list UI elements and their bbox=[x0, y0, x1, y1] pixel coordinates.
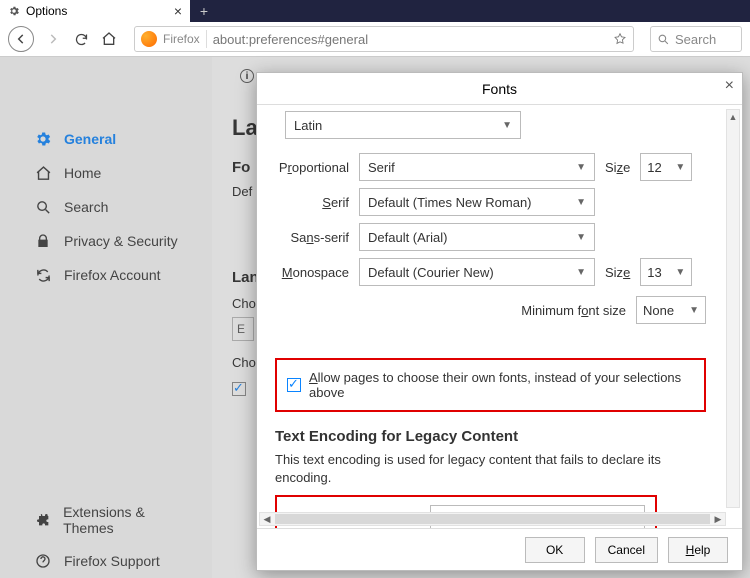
min-font-select[interactable]: None ▼ bbox=[636, 296, 706, 324]
forward-button[interactable] bbox=[44, 30, 62, 48]
sans-serif-label: Sans-serif bbox=[275, 230, 349, 245]
proportional-label: Proportional bbox=[275, 160, 349, 175]
select-value: 12 bbox=[647, 160, 661, 175]
identity-label: Firefox bbox=[163, 32, 200, 46]
proportional-size-select[interactable]: 12 ▼ bbox=[640, 153, 692, 181]
encoding-description: This text encoding is used for legacy co… bbox=[275, 451, 675, 487]
scrollbar-track[interactable] bbox=[275, 514, 710, 524]
chevron-down-icon: ▼ bbox=[675, 267, 685, 278]
home-button[interactable] bbox=[100, 30, 118, 48]
select-value: None bbox=[643, 303, 674, 318]
dialog-title: Fonts bbox=[482, 81, 517, 97]
browser-tab-options[interactable]: Options × bbox=[0, 0, 190, 22]
select-value: Latin bbox=[294, 118, 322, 133]
back-button[interactable] bbox=[8, 26, 34, 52]
serif-label: Serif bbox=[275, 195, 349, 210]
divider bbox=[206, 30, 207, 48]
highlight-allow-fonts: Allow pages to choose their own fonts, i… bbox=[275, 358, 706, 412]
select-value: 13 bbox=[647, 265, 661, 280]
ok-button[interactable]: OK bbox=[525, 537, 585, 563]
min-font-label: Minimum font size bbox=[521, 303, 626, 318]
chevron-down-icon: ▼ bbox=[675, 162, 685, 173]
tab-title: Options bbox=[26, 4, 67, 18]
scroll-right-icon[interactable]: ▶ bbox=[711, 513, 725, 525]
proportional-select[interactable]: Serif ▼ bbox=[359, 153, 595, 181]
dialog-body: Latin ▼ Proportional Serif ▼ Size 12 ▼ S… bbox=[257, 105, 742, 528]
firefox-logo-icon bbox=[141, 31, 157, 47]
dialog-footer: OK Cancel Help bbox=[257, 528, 742, 570]
monospace-select[interactable]: Default (Courier New) ▼ bbox=[359, 258, 595, 286]
select-value: Default (Times New Roman) bbox=[368, 195, 532, 210]
nav-bar: Firefox about:preferences#general Search bbox=[0, 22, 750, 57]
select-value: Default (Courier New) bbox=[368, 265, 494, 280]
url-bar[interactable]: Firefox about:preferences#general bbox=[134, 26, 634, 52]
serif-select[interactable]: Default (Times New Roman) ▼ bbox=[359, 188, 595, 216]
dialog-title-bar: Fonts × bbox=[257, 73, 742, 105]
tab-close-icon[interactable]: × bbox=[174, 3, 182, 19]
sans-serif-select[interactable]: Default (Arial) ▼ bbox=[359, 223, 595, 251]
new-tab-button[interactable]: + bbox=[190, 0, 218, 22]
monospace-size-select[interactable]: 13 ▼ bbox=[640, 258, 692, 286]
allow-fonts-label: Allow pages to choose their own fonts, i… bbox=[309, 370, 694, 400]
reload-button[interactable] bbox=[72, 30, 90, 48]
horizontal-scrollbar[interactable]: ◀ ▶ bbox=[259, 512, 726, 526]
help-button[interactable]: Help bbox=[668, 537, 728, 563]
fonts-dialog: Fonts × Latin ▼ Proportional Serif ▼ Siz… bbox=[256, 72, 743, 571]
allow-fonts-checkbox[interactable] bbox=[287, 378, 301, 392]
tab-bar: Options × + bbox=[0, 0, 750, 22]
chevron-down-icon: ▼ bbox=[502, 120, 512, 131]
size-label-2: Size bbox=[605, 265, 630, 280]
select-value: Default (Arial) bbox=[368, 230, 447, 245]
monospace-label: Monospace bbox=[275, 265, 349, 280]
chevron-down-icon: ▼ bbox=[576, 267, 586, 278]
select-value: Serif bbox=[368, 160, 395, 175]
chevron-down-icon: ▼ bbox=[576, 162, 586, 173]
dialog-close-button[interactable]: × bbox=[725, 77, 734, 95]
gear-icon bbox=[8, 5, 20, 17]
cancel-button[interactable]: Cancel bbox=[595, 537, 658, 563]
size-label: Size bbox=[605, 160, 630, 175]
encoding-heading: Text Encoding for Legacy Content bbox=[275, 428, 726, 445]
bookmark-star-icon[interactable] bbox=[613, 32, 627, 46]
search-icon bbox=[657, 33, 670, 46]
scroll-left-icon[interactable]: ◀ bbox=[260, 513, 274, 525]
vertical-scrollbar[interactable]: ▲ bbox=[726, 109, 740, 508]
chevron-down-icon: ▼ bbox=[689, 305, 699, 316]
fonts-for-language-select[interactable]: Latin ▼ bbox=[285, 111, 521, 139]
search-placeholder: Search bbox=[675, 32, 716, 47]
url-text: about:preferences#general bbox=[213, 32, 607, 47]
scroll-up-icon[interactable]: ▲ bbox=[727, 110, 739, 124]
chevron-down-icon: ▼ bbox=[576, 232, 586, 243]
chevron-down-icon: ▼ bbox=[576, 197, 586, 208]
search-box[interactable]: Search bbox=[650, 26, 742, 52]
